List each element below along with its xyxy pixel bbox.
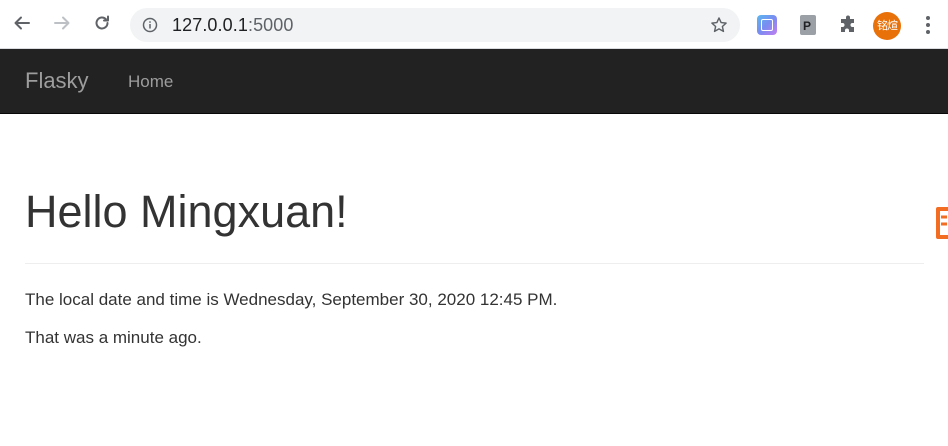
side-widget-icon[interactable] — [936, 207, 948, 239]
forward-button[interactable] — [48, 9, 76, 37]
star-icon[interactable] — [710, 16, 728, 34]
p-extension-icon: P — [800, 15, 816, 35]
url-text[interactable]: 127.0.0.1:5000 — [172, 15, 294, 35]
url-host: 127.0.0.1 — [172, 15, 248, 35]
arrow-left-icon — [14, 16, 30, 30]
back-button[interactable] — [8, 9, 36, 37]
arrow-right-icon — [54, 16, 70, 30]
site-navbar: Flasky Home — [0, 49, 948, 114]
profile-avatar[interactable]: 铭煊 — [873, 12, 901, 40]
address-bar[interactable]: 127.0.0.1:5000 — [130, 8, 740, 42]
info-icon[interactable] — [142, 17, 158, 33]
kebab-menu-icon[interactable] — [918, 14, 938, 36]
page-header: Hello Mingxuan! — [25, 186, 924, 264]
page-title: Hello Mingxuan! — [25, 186, 348, 237]
browser-toolbar: 127.0.0.1:5000 P 铭煊 — [0, 0, 948, 49]
relative-time-text: That was a minute ago. — [25, 328, 202, 347]
translate-extension-icon — [757, 15, 777, 35]
navbar-brand[interactable]: Flasky — [25, 69, 89, 93]
nav-link-home[interactable]: Home — [128, 72, 173, 92]
datetime-text: The local date and time is Wednesday, Se… — [25, 290, 558, 309]
puzzle-icon — [841, 15, 854, 32]
p-extension-button[interactable]: P — [797, 14, 819, 36]
translate-extension-button[interactable] — [756, 14, 778, 36]
extensions-button[interactable] — [837, 14, 859, 36]
reload-button[interactable] — [88, 9, 116, 37]
url-port: :5000 — [247, 15, 294, 35]
reload-icon — [95, 15, 109, 30]
